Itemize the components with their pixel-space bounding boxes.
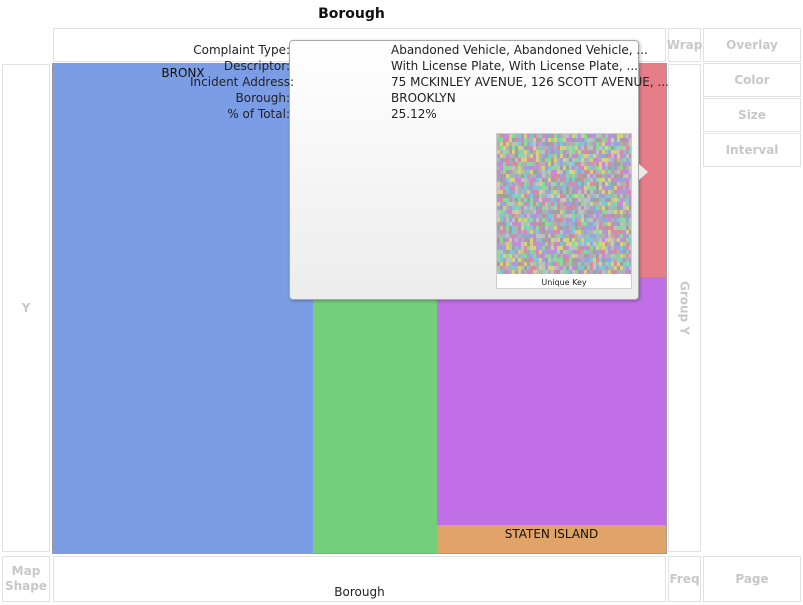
tooltip-pointer bbox=[639, 164, 648, 180]
thumbnail-caption: Unique Key bbox=[541, 278, 587, 287]
interval-zone[interactable]: Interval bbox=[703, 133, 801, 167]
unique-key-mini-chart bbox=[497, 134, 631, 274]
wrap-zone[interactable]: Wrap bbox=[667, 28, 702, 62]
x-axis-label: Borough bbox=[334, 585, 385, 599]
tile-staten-island[interactable]: STATEN ISLAND bbox=[437, 525, 666, 553]
page-zone[interactable]: Page bbox=[703, 556, 801, 602]
size-zone[interactable]: Size bbox=[703, 98, 801, 132]
x-axis-zone[interactable]: Borough bbox=[53, 556, 666, 602]
hover-tooltip: Complaint Type: Abandoned Vehicle, Abando… bbox=[190, 40, 669, 300]
tile-label-staten-island: STATEN ISLAND bbox=[504, 527, 599, 541]
tile-bronx[interactable]: BRONX bbox=[53, 64, 313, 553]
tooltip-thumbnail: Unique Key bbox=[496, 133, 632, 289]
y-zone[interactable]: Y bbox=[2, 64, 50, 552]
freq-zone[interactable]: Freq bbox=[668, 556, 701, 602]
overlay-zone[interactable]: Overlay bbox=[703, 28, 801, 62]
tile-queens[interactable] bbox=[437, 277, 666, 525]
chart-title: Borough bbox=[318, 6, 385, 22]
color-zone[interactable]: Color bbox=[703, 63, 801, 97]
map-shape-zone[interactable]: Map Shape bbox=[2, 556, 50, 602]
group-y-label: Group Y bbox=[677, 280, 692, 335]
group-y-zone[interactable]: Group Y bbox=[668, 64, 701, 552]
